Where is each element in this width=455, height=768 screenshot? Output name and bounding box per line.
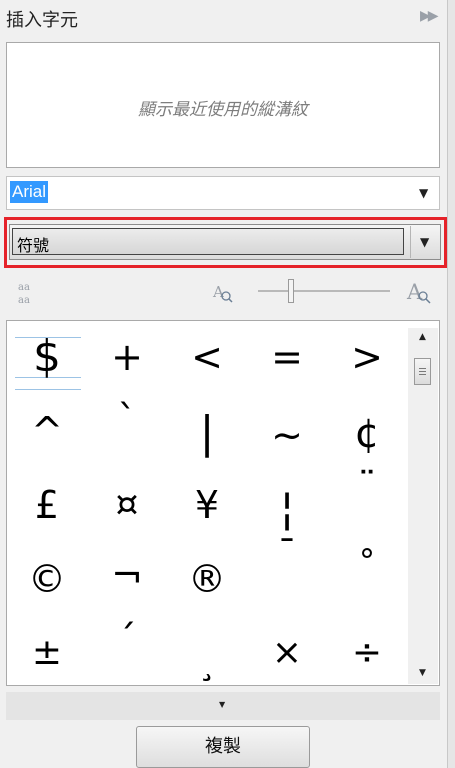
- small-a-zoom-icon[interactable]: A: [212, 282, 234, 308]
- glyph-cell[interactable]: ¥: [167, 473, 247, 547]
- svg-text:A: A: [406, 280, 423, 304]
- glyph-cell[interactable]: ©: [7, 547, 87, 621]
- glyph-grid-scrollbar[interactable]: ▲ ▼: [408, 328, 438, 684]
- glyph-cell[interactable]: ±: [7, 621, 87, 685]
- glyph-grid: $ + < = > ^ ` | ~ ¢ £ ¤ ¥ ¦ ¨ © ¬ ® ¯ ° …: [6, 320, 440, 686]
- glyph-cell[interactable]: ¯: [247, 535, 327, 621]
- glyph-cell[interactable]: £: [7, 473, 87, 547]
- large-a-zoom-icon[interactable]: A: [406, 279, 432, 309]
- glyph-cell[interactable]: ¢: [327, 399, 407, 473]
- glyph-toolbar: aa aa A A: [6, 276, 446, 310]
- scroll-down-icon[interactable]: ▼: [419, 668, 426, 678]
- glyph-cell[interactable]: >: [327, 325, 407, 399]
- glyph-cell[interactable]: °: [327, 545, 407, 621]
- font-select[interactable]: Arial ▼: [6, 176, 440, 210]
- highlight-box: [4, 217, 447, 268]
- font-select-value: Arial: [10, 181, 49, 203]
- glyph-cell[interactable]: ÷: [327, 621, 407, 685]
- glyph-cell[interactable]: |: [167, 399, 247, 473]
- chevron-down-icon[interactable]: ▼: [219, 700, 225, 709]
- glyph-cell[interactable]: ¸: [167, 621, 247, 685]
- svg-text:aa: aa: [18, 295, 30, 306]
- aa-icon[interactable]: aa aa: [16, 280, 40, 306]
- glyph-cell[interactable]: ¨: [327, 467, 407, 547]
- glyph-cell[interactable]: `: [87, 399, 167, 473]
- double-chevron-right-icon[interactable]: ▶▶: [420, 8, 438, 24]
- glyph-cell[interactable]: $: [7, 325, 87, 399]
- glyph-cell[interactable]: ¬: [87, 547, 167, 621]
- scrollbar-thumb[interactable]: [414, 358, 431, 385]
- glyph-cell[interactable]: ´: [87, 620, 167, 685]
- recent-glyphs-box: 顯示最近使用的縱溝紋: [6, 42, 440, 168]
- glyph-cell[interactable]: ×: [247, 621, 327, 685]
- scroll-up-icon[interactable]: ▲: [419, 332, 426, 342]
- glyph-cell[interactable]: ®: [167, 547, 247, 621]
- copy-button[interactable]: 複製: [136, 726, 310, 768]
- chevron-down-icon[interactable]: ▼: [419, 186, 428, 200]
- adjacent-panel-edge: [447, 0, 455, 768]
- svg-text:aa: aa: [18, 282, 30, 293]
- glyph-cell[interactable]: ^: [7, 399, 87, 473]
- zoom-slider-thumb[interactable]: [288, 279, 294, 303]
- glyph-cell[interactable]: <: [167, 325, 247, 399]
- panel-title: 插入字元: [6, 10, 78, 31]
- expander-bar[interactable]: ▼: [6, 692, 440, 720]
- glyph-cell[interactable]: =: [247, 325, 327, 399]
- glyph-cell[interactable]: ¤: [87, 473, 167, 547]
- glyph-cell[interactable]: +: [87, 325, 167, 399]
- zoom-slider-track[interactable]: [258, 290, 390, 292]
- glyph-cell[interactable]: ~: [247, 399, 327, 473]
- recent-glyphs-placeholder: 顯示最近使用的縱溝紋: [138, 100, 308, 120]
